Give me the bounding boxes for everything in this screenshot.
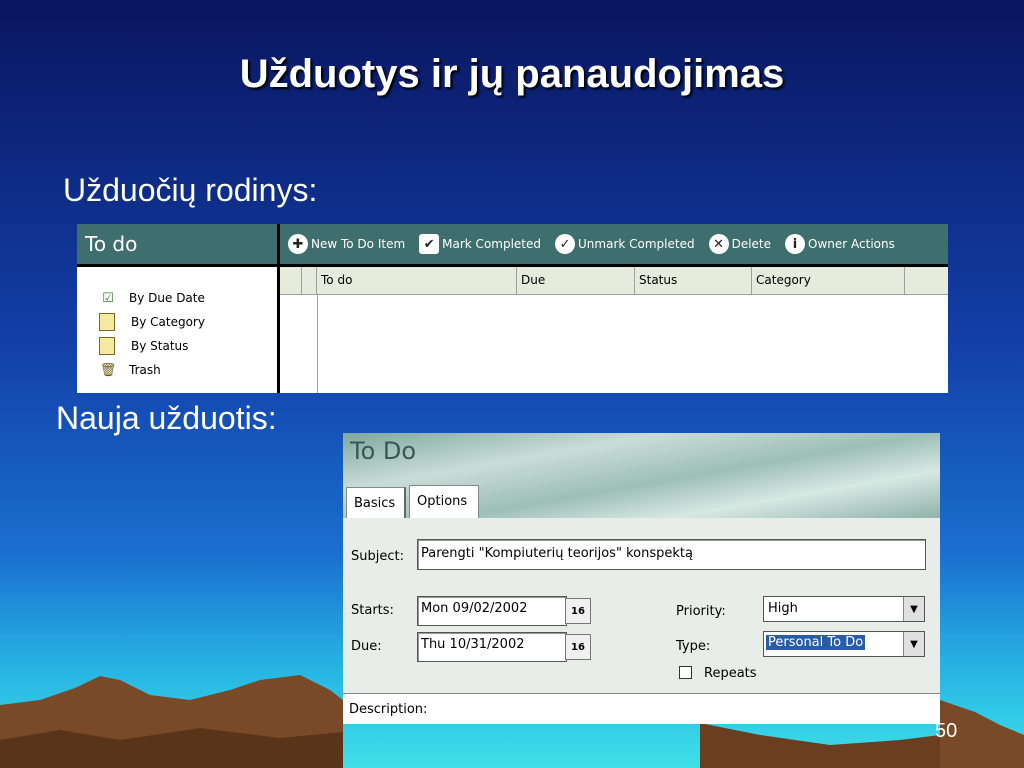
grid-divider [317,294,318,393]
calendar-icon: 16 [571,641,585,653]
unmark-completed-button[interactable]: ✓ Unmark Completed [555,234,695,254]
due-calendar-button[interactable]: 16 [565,634,591,660]
grid-header-blank [280,267,302,294]
repeats-checkbox[interactable] [679,666,692,679]
chevron-down-icon: ▼ [903,597,924,621]
type-value: Personal To Do [766,635,866,650]
column-header-category[interactable]: Category [752,267,905,294]
nav-item-by-category[interactable]: By Category [99,310,205,334]
tab-basics[interactable]: Basics [346,487,406,518]
priority-label: Priority: [676,604,726,619]
delete-button[interactable]: ✕ Delete [708,234,771,254]
new-todo-item-button[interactable]: ✚ New To Do Item [288,234,405,254]
column-header-status[interactable]: Status [635,267,752,294]
nav-item-by-due-date[interactable]: ☑ By Due Date [99,286,205,310]
info-icon: i [785,234,806,254]
column-header-to-do[interactable]: To do [317,267,517,294]
todo-view-header: To do [77,224,277,264]
trash-icon: 🗑 [99,362,117,378]
slide-title: Užduotys ir jų panaudojimas [239,52,785,96]
starts-label: Starts: [351,603,394,618]
starts-calendar-button[interactable]: 16 [565,598,591,624]
grid-header: To do Due Status Category [280,267,948,295]
new-task-label: Nauja užduotis: [56,400,277,436]
type-label: Type: [676,639,711,654]
new-item-icon: ✚ [288,234,308,254]
tab-options[interactable]: Options [409,485,479,518]
repeats-label: Repeats [704,666,757,681]
mark-completed-button[interactable]: ✔ Mark Completed [419,234,541,254]
page-number: 50 [935,720,958,742]
type-select[interactable]: Personal To Do ▼ [763,631,925,657]
due-label: Due: [351,639,382,654]
checkmark-icon: ✔ [419,234,440,254]
dialog-title: To Do [350,437,417,465]
grid-header-blank [302,267,317,294]
due-field[interactable]: Thu 10/31/2002 [417,632,567,662]
checked-list-icon: ☑ [102,290,114,306]
dialog-banner: To Do Basics Options [343,433,940,518]
list-icon [99,313,115,331]
view-nav: ☑ By Due Date By Category By Status 🗑 Tr… [99,286,205,382]
list-icon [99,337,115,355]
owner-actions-button[interactable]: i Owner Actions [785,234,895,254]
calendar-icon: 16 [571,605,585,617]
chevron-down-icon: ▼ [903,632,924,656]
todo-toolbar: ✚ New To Do Item ✔ Mark Completed ✓ Unma… [280,224,948,264]
todo-view-screenshot: To do ✚ New To Do Item ✔ Mark Completed … [77,224,948,393]
starts-field[interactable]: Mon 09/02/2002 [417,596,567,626]
nav-item-by-status[interactable]: By Status [99,334,205,358]
todo-dialog: To Do Basics Options Subject: Parengti "… [343,433,940,724]
subject-field[interactable]: Parengti "Kompiuterių teorijos" konspekt… [417,539,926,570]
description-label: Description: [349,702,428,717]
priority-select[interactable]: High ▼ [763,596,925,622]
nav-item-trash[interactable]: 🗑 Trash [99,358,205,382]
subject-label: Subject: [351,549,404,564]
priority-value: High [768,601,798,616]
description-bar: Description: [343,693,940,724]
dialog-body: Subject: Parengti "Kompiuterių teorijos"… [343,518,940,693]
uncheck-icon: ✓ [555,234,576,254]
delete-icon: ✕ [708,234,729,254]
column-header-due[interactable]: Due [517,267,635,294]
view-label: Užduočių rodinys: [63,172,318,208]
